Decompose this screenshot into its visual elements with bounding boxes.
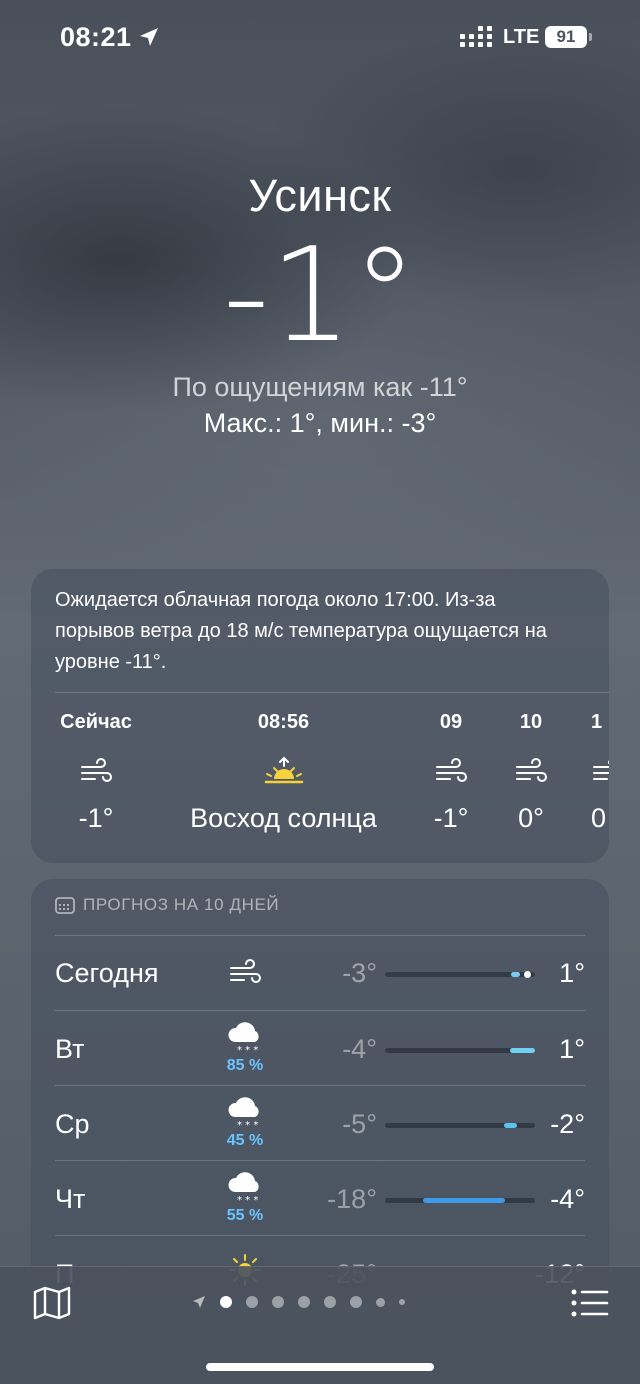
snow-cloud-icon: * * * 85 % xyxy=(205,1020,285,1075)
temp-range-bar xyxy=(385,1048,535,1053)
wind-icon xyxy=(496,739,566,803)
wind-icon xyxy=(416,739,486,803)
snow-cloud-icon: * * * 45 % xyxy=(205,1095,285,1150)
temp-range-bar xyxy=(385,971,535,978)
hour-temp: -1° xyxy=(433,803,469,833)
divider xyxy=(55,1010,585,1011)
precipitation-chance: 85 % xyxy=(226,1057,264,1074)
temp-range-bar xyxy=(385,1123,535,1128)
temp-range-fill xyxy=(511,972,520,977)
hour-label: 10 xyxy=(519,711,543,733)
divider xyxy=(55,1085,585,1086)
hourly-item-10: 10 0° xyxy=(496,711,566,834)
signal-strength-icon xyxy=(460,26,492,47)
day-name: Сегодня xyxy=(55,958,159,988)
svg-text:* * *: * * * xyxy=(237,1195,258,1204)
day-low: -4° xyxy=(342,1034,377,1064)
page-dot-active[interactable] xyxy=(220,1296,232,1308)
home-indicator[interactable] xyxy=(206,1363,434,1371)
battery-nub xyxy=(589,33,592,41)
precipitation-chance: 55 % xyxy=(226,1207,264,1224)
hour-temp: -1° xyxy=(78,803,114,833)
wind-icon xyxy=(205,958,285,991)
feels-like: По ощущениям как -11° xyxy=(172,372,468,402)
divider xyxy=(55,1235,585,1236)
current-temp-dot xyxy=(524,971,531,978)
hour-label: Сейчас xyxy=(60,711,132,733)
daily-forecast-title: ПРОГНОЗ НА 10 ДНЕЙ xyxy=(83,895,280,914)
day-name: Чт xyxy=(55,1184,86,1214)
day-row-wed[interactable]: Ср * * * 45 % -5° -2° xyxy=(55,1087,585,1162)
hourly-item-sunrise: 08:56 Восход солнца xyxy=(161,711,406,834)
temp-range-bar xyxy=(385,1198,535,1203)
location-arrow-icon xyxy=(140,28,158,46)
daily-forecast-card[interactable]: ПРОГНОЗ НА 10 ДНЕЙ Сегодня -3° 1° Вт * *… xyxy=(31,879,609,1299)
day-name: Вт xyxy=(55,1034,85,1064)
hour-label: 09 xyxy=(439,711,463,733)
page-dot[interactable] xyxy=(298,1296,310,1308)
page-indicator[interactable] xyxy=(192,1295,405,1309)
day-high: 1° xyxy=(559,1034,585,1064)
page-dot[interactable] xyxy=(350,1296,362,1308)
battery-level: 91 xyxy=(556,27,576,46)
day-row-today[interactable]: Сегодня -3° 1° xyxy=(55,936,585,1011)
hour-label: 1 xyxy=(591,711,603,733)
svg-text:* * *: * * * xyxy=(237,1045,258,1054)
temp-range-fill xyxy=(503,1123,517,1128)
list-icon[interactable] xyxy=(570,1287,610,1319)
network-type: LTE xyxy=(503,26,540,48)
wind-icon xyxy=(591,739,609,803)
day-high: 1° xyxy=(559,958,585,988)
page-dot[interactable] xyxy=(324,1296,336,1308)
day-low: -18° xyxy=(327,1184,377,1214)
day-low: -3° xyxy=(342,958,377,988)
page-dot[interactable] xyxy=(272,1296,284,1308)
daily-forecast-header: ПРОГНОЗ НА 10 ДНЕЙ xyxy=(55,895,279,915)
location-arrow-icon xyxy=(193,1296,205,1308)
hour-label: 08:56 xyxy=(257,711,310,733)
day-low: -5° xyxy=(342,1109,377,1139)
sunrise-label: Восход солнца xyxy=(190,803,377,833)
day-high: -4° xyxy=(550,1184,585,1214)
calendar-icon xyxy=(55,897,75,914)
svg-text:* * *: * * * xyxy=(237,1120,258,1129)
day-row-thu[interactable]: Чт * * * 55 % -18° -4° xyxy=(55,1162,585,1237)
wind-icon xyxy=(41,739,151,803)
forecast-summary: Ожидается облачная погода около 17:00. И… xyxy=(55,589,547,673)
page-dot[interactable] xyxy=(376,1297,385,1307)
hour-temp: 0 xyxy=(591,803,607,833)
sunrise-icon xyxy=(161,739,406,803)
hourly-item-now: Сейчас -1° xyxy=(41,711,151,834)
divider xyxy=(55,692,609,693)
hourly-item-09: 09 -1° xyxy=(416,711,486,834)
page-dot[interactable] xyxy=(399,1299,405,1305)
temp-range-fill xyxy=(422,1198,505,1203)
snow-cloud-icon: * * * 55 % xyxy=(205,1170,285,1225)
day-high: -2° xyxy=(550,1109,585,1139)
temp-range-fill xyxy=(509,1048,535,1053)
battery-icon: 91 xyxy=(545,26,587,48)
map-icon[interactable] xyxy=(32,1285,72,1321)
current-temperature: -1° xyxy=(222,219,418,371)
min-max-temperature: Макс.: 1°, мин.: -3° xyxy=(203,408,437,438)
hour-temp: 0° xyxy=(518,803,544,833)
precipitation-chance: 45 % xyxy=(226,1132,264,1149)
status-bar: 08:21 LTE 91 xyxy=(0,0,640,80)
hourly-item-11-partial: 1 0 xyxy=(591,711,609,834)
status-time: 08:21 xyxy=(60,22,132,52)
page-dot[interactable] xyxy=(246,1296,258,1308)
hourly-forecast-card[interactable]: Ожидается облачная погода около 17:00. И… xyxy=(31,569,609,863)
city-name: Усинск xyxy=(248,170,392,221)
day-name: Ср xyxy=(55,1109,90,1139)
divider xyxy=(55,1160,585,1161)
day-row-tue[interactable]: Вт * * * 85 % -4° 1° xyxy=(55,1012,585,1087)
bottom-toolbar xyxy=(0,1266,640,1384)
